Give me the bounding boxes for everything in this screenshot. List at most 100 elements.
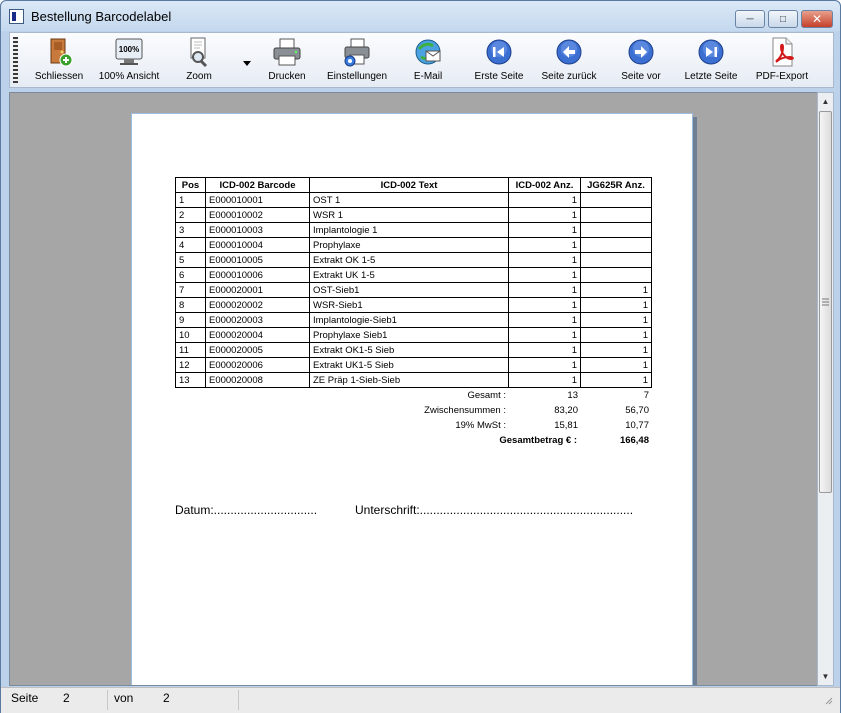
gesamt-label: Gesamt : [467,390,506,401]
cell-icd-qty: 1 [508,222,581,238]
previous-page-button[interactable]: Seite zurück [541,37,597,85]
settings-label: Einstellungen [326,71,388,82]
arrow-right-icon [626,37,656,67]
order-table: Pos ICD-002 Barcode ICD-002 Text ICD-002… [175,177,652,388]
cell-text: ZE Präp 1-Sieb-Sieb [309,372,509,388]
cell-text: Extrakt OK 1-5 [309,252,509,268]
cell-jg-qty [580,222,652,238]
gesamtbetrag-value: 166,48 [619,435,649,446]
mwst-jg-value: 10,77 [625,420,649,431]
print-label: Drucken [268,71,306,82]
datum-line: Datum:............................... [175,503,318,517]
cell-barcode: E000010006 [205,267,310,283]
fullview-icon-text: 100% [119,45,139,54]
cell-icd-qty: 1 [508,192,581,208]
page-of-label: von [114,691,134,705]
cell-pos: 6 [175,267,206,283]
table-row: 9 E000020003 Implantologie-Sieb1 1 1 [175,312,652,328]
table-row: 7 E000020001 OST-Sieb1 1 1 [175,282,652,298]
cell-barcode: E000010003 [205,222,310,238]
cell-pos: 2 [175,207,206,223]
cell-icd-qty: 1 [508,252,581,268]
zwischensummen-jg-value: 56,70 [625,405,649,416]
email-button[interactable]: E-Mail [412,37,444,85]
last-page-label: Letzte Seite [684,71,738,82]
cell-barcode: E000010005 [205,252,310,268]
pdf-icon [767,37,797,67]
app-icon [9,9,24,24]
column-header-icd-qty: ICD-002 Anz. [508,177,581,193]
gesamtbetrag-label: Gesamtbetrag € : [499,435,577,446]
column-header-barcode: ICD-002 Barcode [205,177,310,193]
preview-area: Pos ICD-002 Barcode ICD-002 Text ICD-002… [9,92,818,686]
minimize-button[interactable]: ─ [735,10,765,28]
cell-icd-qty: 1 [508,297,581,313]
table-row: 4 E000010004 Prophylaxe 1 [175,237,652,253]
email-icon [413,37,443,67]
cell-text: Extrakt OK1-5 Sieb [309,342,509,358]
page-label: Seite [11,691,39,705]
column-header-jg-qty: JG625R Anz. [580,177,652,193]
cell-icd-qty: 1 [508,282,581,298]
table-row: 6 E000010006 Extrakt UK 1-5 1 [175,267,652,283]
cell-jg-qty [580,237,652,253]
cell-jg-qty: 1 [580,297,652,313]
next-page-label: Seite vor [621,71,661,82]
cell-barcode: E000020003 [205,312,310,328]
pdf-export-button[interactable]: PDF-Export [756,37,808,85]
gesamt-icd-value: 13 [567,390,578,401]
cell-barcode: E000020005 [205,342,310,358]
print-button[interactable]: Drucken [267,37,307,85]
unterschrift-line: Unterschrift:...........................… [355,503,634,517]
table-row: 12 E000020006 Extrakt UK1-5 Sieb 1 1 [175,357,652,373]
cell-jg-qty [580,207,652,223]
settings-button[interactable]: Einstellungen [326,37,388,85]
table-row: 1 E000010001 OST 11 [175,192,652,208]
minimize-icon: ─ [746,13,754,25]
last-page-button[interactable]: Letzte Seite [684,37,738,85]
resize-grip-icon[interactable] [823,694,833,708]
cell-text: WSR 1 [309,207,509,223]
pdf-export-label: PDF-Export [755,71,809,82]
scrollbar-thumb[interactable] [819,111,832,493]
cell-text: Prophylaxe Sieb1 [309,327,509,343]
cell-jg-qty [580,192,652,208]
next-page-button[interactable]: Seite vor [618,37,664,85]
cell-barcode: E000020008 [205,372,310,388]
cell-icd-qty: 1 [508,267,581,283]
cell-pos: 8 [175,297,206,313]
first-page-label: Erste Seite [474,71,524,82]
cell-barcode: E000020001 [205,282,310,298]
table-row: 13 E000020008 ZE Präp 1-Sieb-Sieb 1 1 [175,372,652,388]
cell-icd-qty: 1 [508,342,581,358]
table-row: 11 E000020005 Extrakt OK1-5 Sieb 1 1 [175,342,652,358]
cell-icd-qty: 1 [508,237,581,253]
close-report-button[interactable]: Schliessen [35,37,83,85]
close-window-button[interactable]: ✕ [801,10,833,28]
zoom-button[interactable]: Zoom [184,37,214,85]
cell-icd-qty: 1 [508,327,581,343]
app-window: Bestellung Barcodelabel ─ □ ✕ Schliessen… [0,0,841,713]
fullview-button[interactable]: 100% 100% Ansicht [98,37,160,85]
toolbar-grip[interactable] [13,37,18,83]
maximize-button[interactable]: □ [768,10,798,28]
cell-barcode: E000020004 [205,327,310,343]
zoom-dropdown-icon[interactable] [243,61,251,66]
vertical-scrollbar[interactable]: ▲ ▼ [817,92,834,686]
title-bar: Bestellung Barcodelabel ─ □ ✕ [1,1,840,31]
column-header-pos: Pos [175,177,206,193]
mwst-icd-value: 15,81 [554,420,578,431]
cell-jg-qty: 1 [580,342,652,358]
first-page-icon [484,37,514,67]
page-total: 2 [163,691,170,705]
scroll-up-icon[interactable]: ▲ [818,93,833,110]
cell-jg-qty: 1 [580,312,652,328]
cell-jg-qty: 1 [580,282,652,298]
door-exit-icon [44,37,74,67]
table-row: 10 E000020004 Prophylaxe Sieb1 1 1 [175,327,652,343]
cell-pos: 7 [175,282,206,298]
gesamt-jg-value: 7 [643,390,649,401]
cell-text: Prophylaxe [309,237,509,253]
scroll-down-icon[interactable]: ▼ [818,668,833,685]
first-page-button[interactable]: Erste Seite [475,37,523,85]
